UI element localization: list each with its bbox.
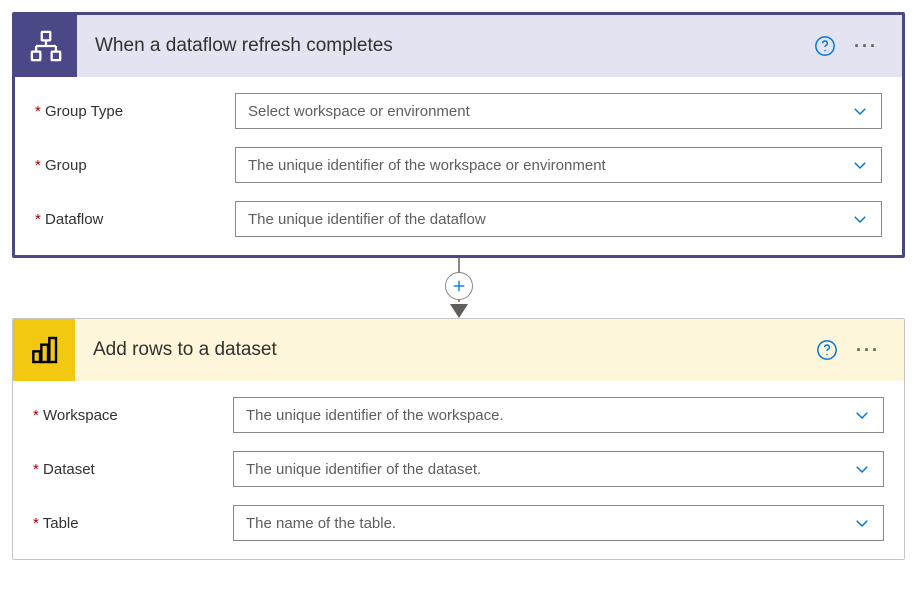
dropdown-group-type[interactable]: Select workspace or environment (235, 93, 882, 129)
form-row-table: Table The name of the table. (33, 505, 884, 541)
dropdown-placeholder: The unique identifier of the workspace o… (248, 157, 606, 174)
form-row-group: Group The unique identifier of the works… (35, 147, 882, 183)
help-icon[interactable] (814, 35, 836, 57)
more-menu-button[interactable]: ··· (856, 341, 880, 359)
chevron-down-icon (853, 460, 871, 478)
connector (12, 258, 905, 318)
trigger-title: When a dataflow refresh completes (77, 35, 814, 57)
form-row-group-type: Group Type Select workspace or environme… (35, 93, 882, 129)
trigger-header-actions: ··· (814, 35, 902, 57)
dropdown-dataflow[interactable]: The unique identifier of the dataflow (235, 201, 882, 237)
action-header-actions: ··· (816, 339, 904, 361)
dropdown-placeholder: Select workspace or environment (248, 103, 470, 120)
label-table: Table (33, 515, 233, 532)
label-dataflow: Dataflow (35, 211, 235, 228)
dropdown-placeholder: The unique identifier of the workspace. (246, 407, 504, 424)
arrow-down-icon (450, 304, 468, 318)
dataflow-icon (15, 15, 77, 77)
dropdown-placeholder: The unique identifier of the dataflow (248, 211, 486, 228)
dropdown-placeholder: The unique identifier of the dataset. (246, 461, 481, 478)
dropdown-group[interactable]: The unique identifier of the workspace o… (235, 147, 882, 183)
dataset-icon (13, 319, 75, 381)
chevron-down-icon (853, 514, 871, 532)
trigger-header[interactable]: When a dataflow refresh completes ··· (15, 15, 902, 77)
form-row-workspace: Workspace The unique identifier of the w… (33, 397, 884, 433)
chevron-down-icon (853, 406, 871, 424)
action-header[interactable]: Add rows to a dataset ··· (13, 319, 904, 381)
flow-container: When a dataflow refresh completes ··· Gr… (12, 12, 905, 560)
add-step-button[interactable] (445, 272, 473, 300)
trigger-card: When a dataflow refresh completes ··· Gr… (12, 12, 905, 258)
trigger-body: Group Type Select workspace or environme… (15, 77, 902, 255)
dropdown-workspace[interactable]: The unique identifier of the workspace. (233, 397, 884, 433)
label-group-type: Group Type (35, 103, 235, 120)
label-workspace: Workspace (33, 407, 233, 424)
form-row-dataset: Dataset The unique identifier of the dat… (33, 451, 884, 487)
dropdown-table[interactable]: The name of the table. (233, 505, 884, 541)
help-icon[interactable] (816, 339, 838, 361)
chevron-down-icon (851, 156, 869, 174)
chevron-down-icon (851, 102, 869, 120)
chevron-down-icon (851, 210, 869, 228)
action-title: Add rows to a dataset (75, 339, 816, 361)
dropdown-placeholder: The name of the table. (246, 515, 396, 532)
action-card: Add rows to a dataset ··· Workspace The … (12, 318, 905, 560)
more-menu-button[interactable]: ··· (854, 37, 878, 55)
action-body: Workspace The unique identifier of the w… (13, 381, 904, 559)
label-group: Group (35, 157, 235, 174)
label-dataset: Dataset (33, 461, 233, 478)
dropdown-dataset[interactable]: The unique identifier of the dataset. (233, 451, 884, 487)
form-row-dataflow: Dataflow The unique identifier of the da… (35, 201, 882, 237)
